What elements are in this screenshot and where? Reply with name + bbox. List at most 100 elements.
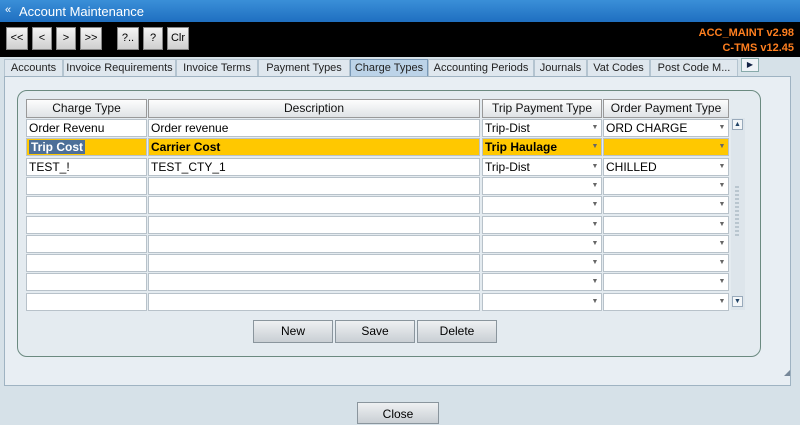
order-payment-type-select[interactable]: ▼ xyxy=(603,254,729,272)
next-record-button[interactable]: > xyxy=(56,27,76,50)
grid-scrollbar[interactable]: ▲ ▼ xyxy=(731,118,745,310)
new-button[interactable]: New xyxy=(253,320,333,343)
charge-type-cell[interactable] xyxy=(26,235,147,253)
description-cell[interactable] xyxy=(148,293,480,311)
trip-payment-type-select[interactable]: Trip Haulage ▼ xyxy=(482,138,602,156)
charge-type-cell[interactable]: TEST_! xyxy=(26,158,147,176)
description-cell[interactable]: TEST_CTY_1 xyxy=(148,158,480,176)
order-payment-type-select-text: CHILLED xyxy=(606,160,657,174)
previous-record-button[interactable]: < xyxy=(32,27,52,50)
trip-payment-type-select[interactable]: ▼ xyxy=(482,235,602,253)
dropdown-arrow-icon[interactable]: ▼ xyxy=(717,179,727,193)
charge-type-cell[interactable] xyxy=(26,254,147,272)
dropdown-arrow-icon[interactable]: ▼ xyxy=(717,140,727,154)
dropdown-arrow-icon[interactable]: ▼ xyxy=(717,160,727,174)
tab-vat-codes[interactable]: Vat Codes xyxy=(587,59,650,76)
description-cell-text: Order revenue xyxy=(151,121,229,135)
tab-accounting-periods[interactable]: Accounting Periods xyxy=(428,59,534,76)
charge-type-cell[interactable] xyxy=(26,293,147,311)
close-button[interactable]: Close xyxy=(357,402,439,424)
description-cell-text: Carrier Cost xyxy=(151,140,221,154)
description-cell[interactable] xyxy=(148,273,480,291)
dropdown-arrow-icon[interactable]: ▼ xyxy=(590,198,600,212)
trip-payment-type-select[interactable]: ▼ xyxy=(482,216,602,234)
dropdown-arrow-icon[interactable]: ▼ xyxy=(590,237,600,251)
trip-payment-type-select-text: Trip-Dist xyxy=(485,121,530,135)
trip-payment-type-select[interactable]: ▼ xyxy=(482,273,602,291)
dropdown-arrow-icon[interactable]: ▼ xyxy=(590,256,600,270)
header-trip-payment-type: Trip Payment Type xyxy=(482,99,602,118)
description-cell[interactable] xyxy=(148,196,480,214)
tab-payment-types[interactable]: Payment Types xyxy=(258,59,350,76)
description-cell[interactable]: Order revenue xyxy=(148,119,480,137)
tab-accounts[interactable]: Accounts xyxy=(4,59,63,76)
charge-type-cell-text: Trip Cost xyxy=(29,140,86,154)
tab-post-code-maintenance[interactable]: Post Code M... xyxy=(650,59,738,76)
last-record-button[interactable]: >> xyxy=(80,27,102,50)
dropdown-arrow-icon[interactable]: ▼ xyxy=(590,275,600,289)
dropdown-arrow-icon[interactable]: ▼ xyxy=(717,121,727,135)
charge-type-cell-text: TEST_! xyxy=(29,160,70,174)
scroll-grip[interactable] xyxy=(735,186,739,236)
dropdown-arrow-icon[interactable]: ▼ xyxy=(717,218,727,232)
dropdown-arrow-icon[interactable]: ▼ xyxy=(717,295,727,309)
double-chevron-icon[interactable]: « xyxy=(5,4,11,16)
description-cell[interactable] xyxy=(148,177,480,195)
delete-button[interactable]: Delete xyxy=(417,320,497,343)
order-payment-type-select[interactable]: ▼ xyxy=(603,216,729,234)
tab-bar: Accounts Invoice Requirements Invoice Te… xyxy=(0,58,800,76)
order-payment-type-select[interactable]: ▼ xyxy=(603,293,729,311)
arrow-down-icon: ▼ xyxy=(734,298,741,305)
query-button[interactable]: ?.. xyxy=(117,27,139,50)
trip-payment-type-select[interactable]: ▼ xyxy=(482,196,602,214)
dropdown-arrow-icon[interactable]: ▼ xyxy=(717,275,727,289)
order-payment-type-select[interactable]: ▼ xyxy=(603,273,729,291)
dropdown-arrow-icon[interactable]: ▼ xyxy=(717,198,727,212)
version-ctms: C-TMS v12.45 xyxy=(722,42,794,54)
first-record-button[interactable]: << xyxy=(6,27,28,50)
order-payment-type-select[interactable]: CHILLED ▼ xyxy=(603,158,729,176)
scroll-down-button[interactable]: ▼ xyxy=(732,296,743,307)
order-payment-type-select[interactable]: ▼ xyxy=(603,138,729,156)
charge-type-cell[interactable] xyxy=(26,177,147,195)
dropdown-arrow-icon[interactable]: ▼ xyxy=(590,295,600,309)
tab-invoice-terms[interactable]: Invoice Terms xyxy=(176,59,258,76)
description-cell[interactable] xyxy=(148,254,480,272)
help-button[interactable]: ? xyxy=(143,27,163,50)
trip-payment-type-select[interactable]: ▼ xyxy=(482,293,602,311)
charge-type-cell[interactable] xyxy=(26,196,147,214)
save-button[interactable]: Save xyxy=(335,320,415,343)
dropdown-arrow-icon[interactable]: ▼ xyxy=(590,179,600,193)
charge-type-cell[interactable] xyxy=(26,216,147,234)
order-payment-type-select[interactable]: ▼ xyxy=(603,177,729,195)
charge-type-cell[interactable] xyxy=(26,273,147,291)
trip-payment-type-select[interactable]: ▼ xyxy=(482,177,602,195)
dropdown-arrow-icon[interactable]: ▼ xyxy=(717,256,727,270)
dropdown-arrow-icon[interactable]: ▼ xyxy=(590,218,600,232)
charge-type-cell[interactable]: Order Revenu xyxy=(26,119,147,137)
tab-journals[interactable]: Journals xyxy=(534,59,587,76)
clear-button[interactable]: Clr xyxy=(167,27,189,50)
dropdown-arrow-icon[interactable]: ▼ xyxy=(590,121,600,135)
order-payment-type-select[interactable]: ▼ xyxy=(603,235,729,253)
scroll-up-button[interactable]: ▲ xyxy=(732,119,743,130)
tab-charge-types[interactable]: Charge Types xyxy=(350,59,428,76)
description-cell[interactable] xyxy=(148,235,480,253)
dropdown-arrow-icon[interactable]: ▼ xyxy=(590,160,600,174)
trip-payment-type-select[interactable]: Trip-Dist ▼ xyxy=(482,119,602,137)
description-cell[interactable]: Carrier Cost xyxy=(148,138,480,156)
description-cell[interactable] xyxy=(148,216,480,234)
tab-scroll-right-button[interactable]: ▶ xyxy=(741,58,759,72)
tab-invoice-requirements[interactable]: Invoice Requirements xyxy=(63,59,176,76)
version-acc-maint: ACC_MAINT v2.98 xyxy=(698,27,794,39)
order-payment-type-select[interactable]: ORD CHARGE ▼ xyxy=(603,119,729,137)
trip-payment-type-select[interactable]: Trip-Dist ▼ xyxy=(482,158,602,176)
order-payment-type-select-text: ORD CHARGE xyxy=(606,121,688,135)
trip-payment-type-select[interactable]: ▼ xyxy=(482,254,602,272)
charge-type-cell[interactable]: Trip Cost xyxy=(26,138,147,156)
order-payment-type-select[interactable]: ▼ xyxy=(603,196,729,214)
resize-grip-icon[interactable]: ◢ xyxy=(784,368,790,377)
dropdown-arrow-icon[interactable]: ▼ xyxy=(717,237,727,251)
dropdown-arrow-icon[interactable]: ▼ xyxy=(590,140,600,154)
header-charge-type: Charge Type xyxy=(26,99,147,118)
